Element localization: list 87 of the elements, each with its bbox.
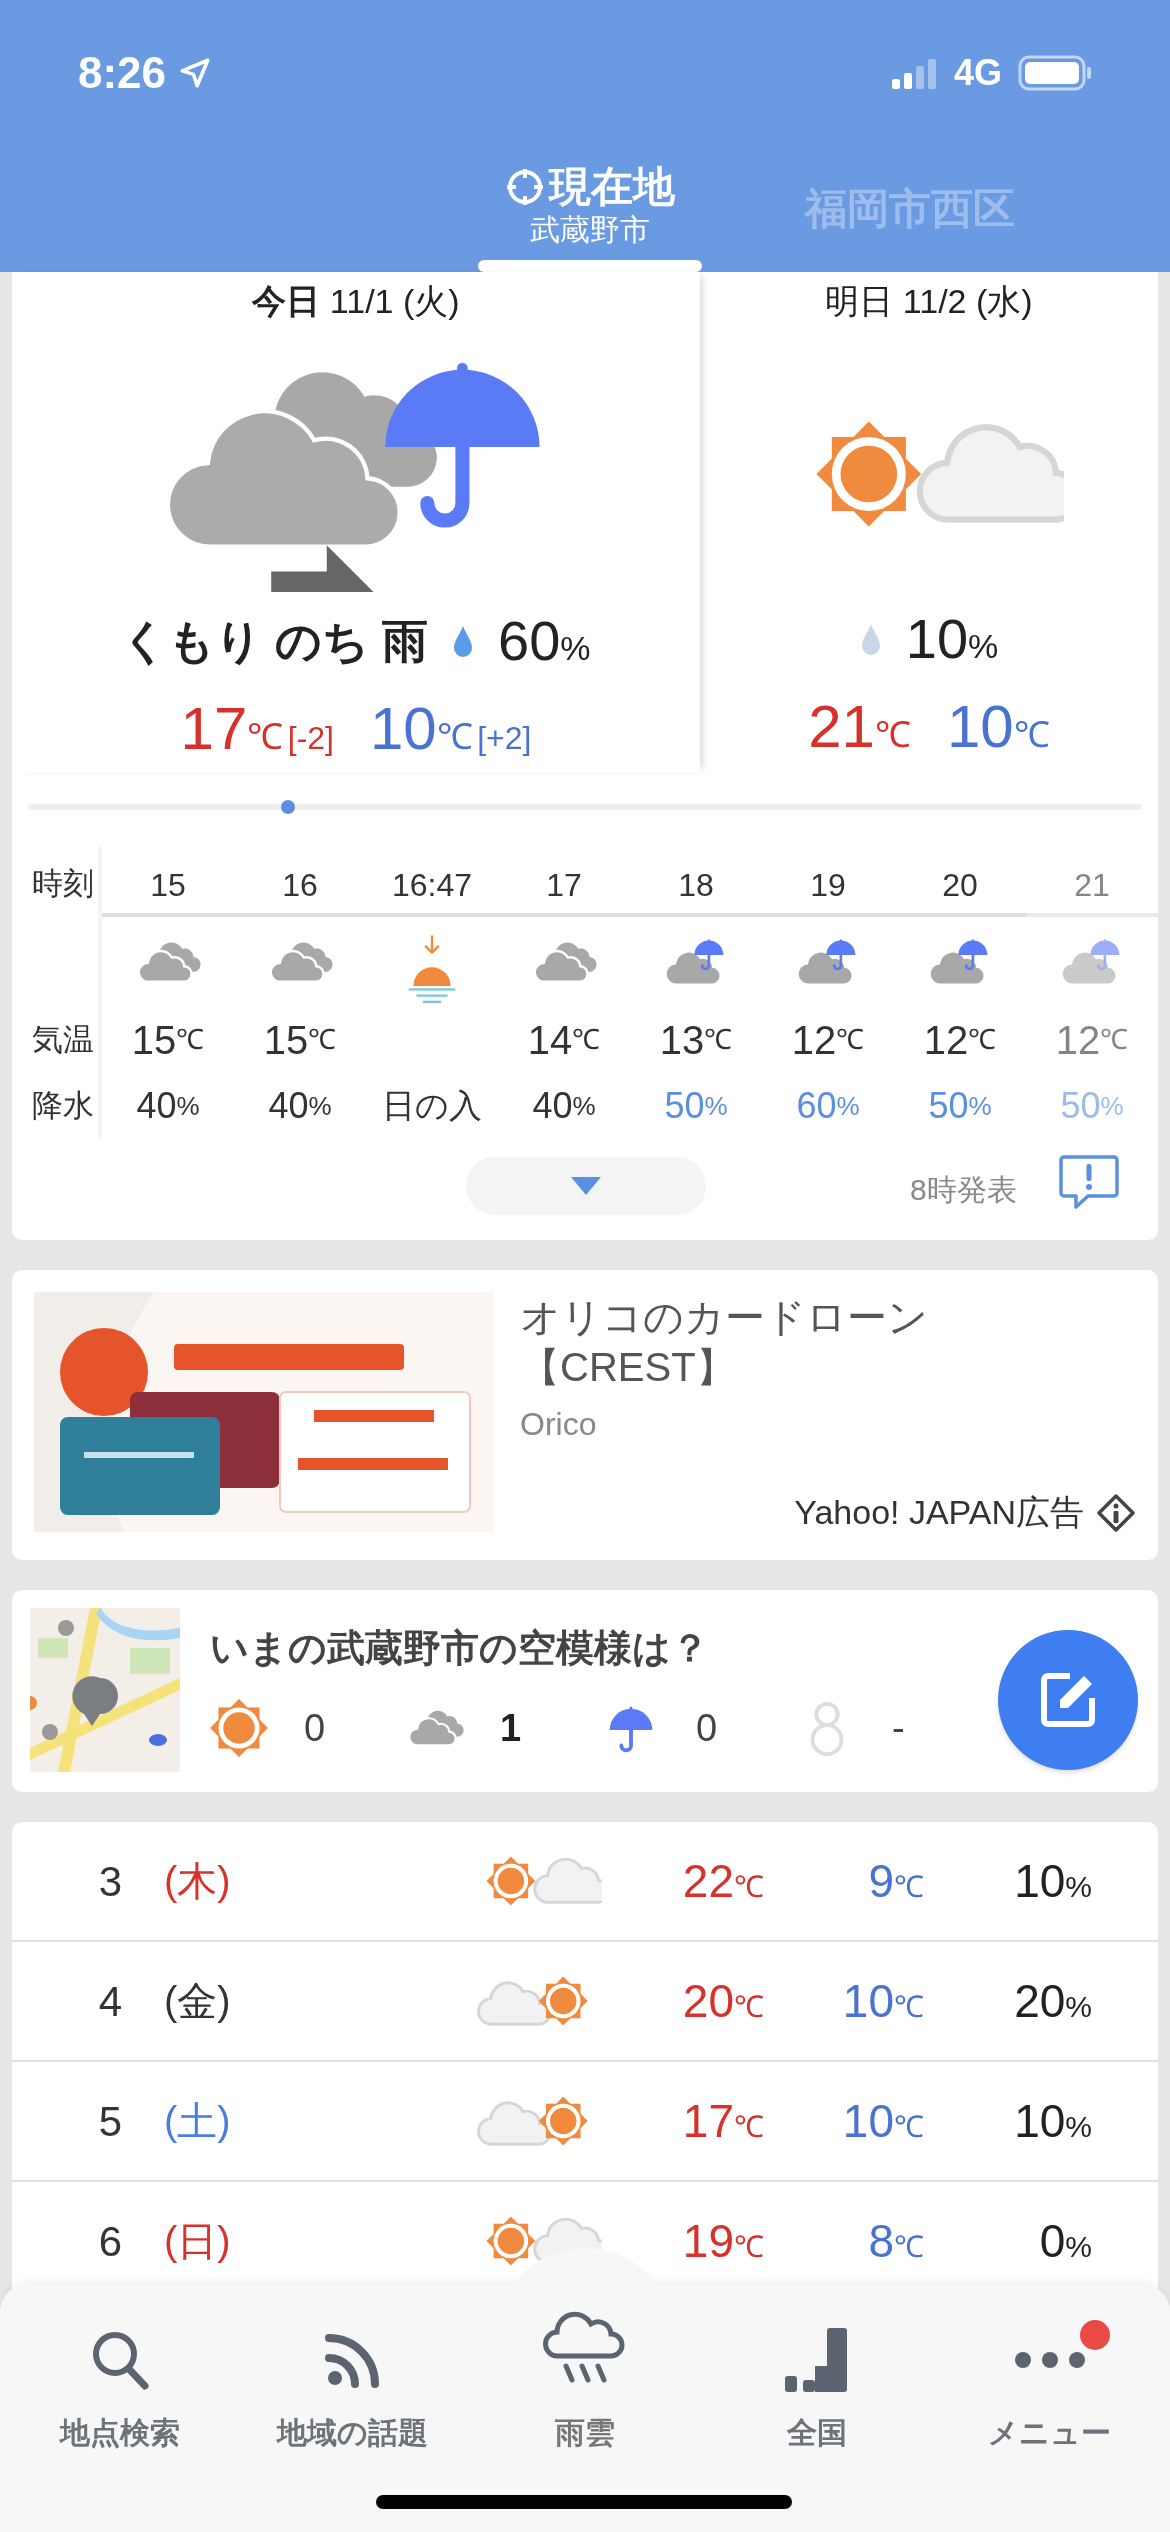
precip-chance: 10%: [905, 606, 999, 672]
poll-question: いまの武蔵野市の空模様は？: [210, 1626, 710, 1671]
day-heading: 明日 11/2 (水): [825, 281, 1033, 320]
condition-text: くもり のち 雨: [121, 613, 428, 669]
precip-chance: 10%: [1013, 1853, 1092, 1909]
location-tab[interactable]: 現在地 武蔵野市: [460, 160, 720, 272]
low-temp: 10℃: [947, 692, 1050, 762]
hour-temp: 14℃: [527, 1017, 601, 1064]
weekday-label: (土): [164, 2098, 232, 2145]
poll-option[interactable]: 0: [210, 1699, 406, 1757]
high-temp: 17℃: [681, 2093, 764, 2149]
weekday-label: (木): [164, 1858, 232, 1905]
raindrop-icon: [859, 622, 882, 656]
precip-chance: 0%: [1038, 2213, 1092, 2269]
hour-label: 21: [1026, 847, 1158, 917]
tab-bar-item[interactable]: メニュー: [949, 2310, 1150, 2455]
hour-temp: 12℃: [1055, 1017, 1129, 1064]
row-label: 降水: [32, 1086, 95, 1125]
tab-bar-item[interactable]: 地点検索: [20, 2310, 221, 2455]
hour-temp: 12℃: [791, 1017, 865, 1064]
hour-precip: 40%: [532, 1084, 596, 1128]
search-icon: [90, 2329, 151, 2391]
feedback-button[interactable]: [1058, 1153, 1120, 1211]
sunset-label: 日の入: [382, 1086, 482, 1127]
low-temp: 10℃[+2]: [370, 694, 532, 764]
hour-temp: 12℃: [923, 1017, 997, 1064]
bar-chart-icon: [785, 2328, 850, 2392]
precip-chance: 20%: [1013, 1973, 1092, 2029]
rss-icon: [324, 2332, 381, 2388]
ad-title[interactable]: オリコのカードローン 【CREST】: [520, 1292, 1136, 1392]
issued-time: 8時発表: [910, 1172, 1017, 1208]
precip-chance: 60%: [498, 608, 591, 674]
hour-precip: 50%: [664, 1084, 728, 1128]
hour-precip: 50%: [928, 1084, 992, 1128]
battery-icon: [1018, 55, 1092, 91]
raindrop-icon: [452, 624, 474, 658]
hour-label: 19: [762, 847, 894, 917]
hour-precip: 60%: [796, 1084, 860, 1128]
tab-bar-item[interactable]: 雨雲: [484, 2310, 685, 2455]
poll-option[interactable]: 0: [602, 1699, 798, 1757]
hour-label: 16: [234, 847, 366, 917]
hour-precip: 40%: [136, 1084, 200, 1128]
network-label: 4G: [953, 51, 1002, 95]
hour-label: 15: [102, 847, 234, 917]
high-temp: 20℃: [681, 1973, 764, 2029]
status-time: 8:26: [78, 47, 167, 99]
edit-icon: [1040, 1672, 1096, 1728]
hour-label: 18: [630, 847, 762, 917]
hour-temp: 15℃: [263, 1017, 337, 1064]
tab-bar-item[interactable]: 地域の話題: [252, 2310, 453, 2455]
feedback-icon: [1058, 1153, 1120, 1211]
hour-precip: 40%: [268, 1084, 332, 1128]
date-number: 3: [97, 1856, 123, 1907]
hour-label: 16:47: [366, 847, 498, 917]
high-temp: 17℃[-2]: [180, 694, 334, 764]
hour-label: 20: [894, 847, 1026, 917]
hour-label: 17: [498, 847, 630, 917]
signal-icon: [889, 57, 938, 89]
poll-option[interactable]: 1: [406, 1699, 602, 1757]
crosshair-icon: [505, 167, 545, 207]
ad-label: Yahoo! JAPAN広告: [794, 1492, 1084, 1533]
advertiser-name: Orico: [520, 1405, 598, 1444]
hour-temp: 13℃: [659, 1017, 733, 1064]
low-temp: 9℃: [867, 1853, 924, 1909]
info-icon: [1096, 1492, 1136, 1533]
precip-chance: 10%: [1013, 2093, 1092, 2149]
date-number: 6: [97, 2216, 123, 2267]
hour-precip: 50%: [1060, 1084, 1124, 1128]
high-temp: 19℃: [681, 2213, 764, 2269]
low-temp: 10℃: [841, 2093, 924, 2149]
high-temp: 21℃: [808, 692, 911, 762]
poll-option[interactable]: -: [798, 1699, 994, 1757]
ad-card[interactable]: オリコのカードローン 【CREST】 Orico Yahoo! JAPAN広告: [12, 1270, 1158, 1560]
caret-down-icon: [571, 1177, 601, 1195]
weekday-label: (日): [164, 2218, 232, 2265]
date-number: 5: [97, 2096, 123, 2147]
tab-bar-item[interactable]: 全国: [717, 2310, 918, 2455]
day-heading: 今日 11/1 (火): [252, 281, 460, 320]
weekday-label: (金): [164, 1978, 232, 2025]
hour-temp: 15℃: [131, 1017, 205, 1064]
row-label: 時刻: [32, 865, 95, 903]
high-temp: 22℃: [681, 1853, 764, 1909]
row-label: 気温: [32, 1020, 95, 1059]
more-icon: [1012, 2350, 1087, 2370]
low-temp: 10℃: [841, 1973, 924, 2029]
low-temp: 8℃: [867, 2213, 924, 2269]
date-number: 4: [97, 1976, 123, 2027]
